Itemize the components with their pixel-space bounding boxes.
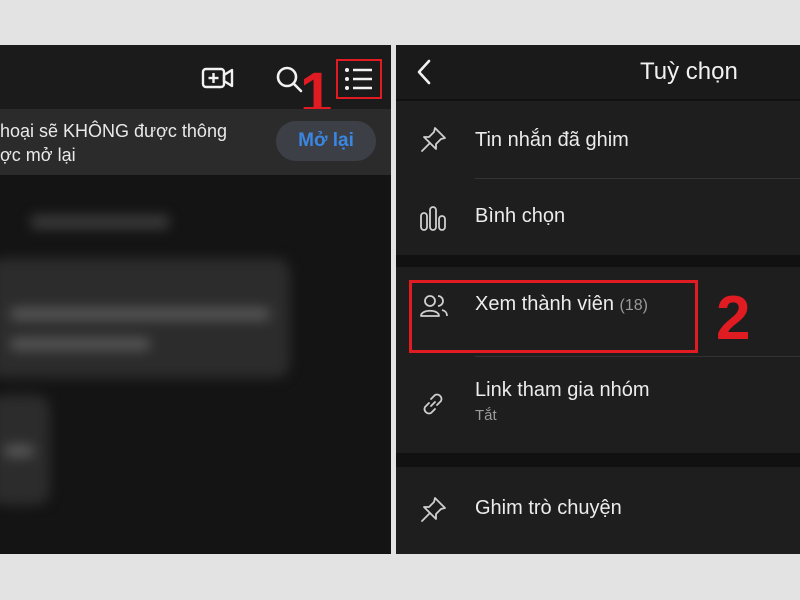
video-call-icon[interactable]	[200, 63, 236, 93]
reopen-button[interactable]: Mở lại	[276, 121, 376, 161]
options-menu-icon[interactable]	[336, 59, 382, 99]
option-pin-conversation[interactable]: Ghim trò chuyện	[396, 467, 800, 554]
option-poll[interactable]: Bình chọn	[396, 179, 800, 255]
option-sublabel: Tắt	[475, 407, 497, 424]
option-join-link[interactable]: Link tham gia nhóm Tắt	[396, 357, 800, 453]
option-label: Tin nhắn đã ghim	[475, 129, 629, 151]
option-label: Ghim trò chuyện	[475, 497, 622, 519]
chat-screen: 1 hoại sẽ KHÔNG được thông ợc mở lại Mở …	[0, 45, 391, 554]
pin-icon	[418, 495, 448, 525]
date-separator	[30, 215, 170, 229]
option-pinned-messages[interactable]: Tin nhắn đã ghim	[396, 101, 800, 179]
option-label: Bình chọn	[475, 205, 566, 227]
notification-text: hoại sẽ KHÔNG được thông ợc mở lại	[0, 121, 227, 165]
page-title: Tuỳ chọn	[640, 58, 738, 85]
step-2-marker: 2	[716, 284, 751, 353]
notification-banner: hoại sẽ KHÔNG được thông ợc mở lại Mở lạ…	[0, 109, 391, 175]
message-bubble[interactable]	[0, 258, 290, 378]
chat-header: 1	[0, 45, 391, 123]
option-label: Link tham gia nhóm	[475, 379, 650, 401]
options-header: Tuỳ chọn	[396, 45, 800, 99]
message-list	[0, 175, 391, 554]
back-chevron-icon[interactable]	[414, 57, 434, 87]
pin-icon	[418, 125, 448, 155]
options-section: Ghim trò chuyện	[396, 467, 800, 554]
link-icon	[418, 389, 448, 419]
options-section: Tin nhắn đã ghim Bình chọn	[396, 101, 800, 255]
message-bubble[interactable]	[0, 395, 50, 505]
poll-icon	[418, 203, 448, 233]
highlight-box	[409, 280, 698, 353]
